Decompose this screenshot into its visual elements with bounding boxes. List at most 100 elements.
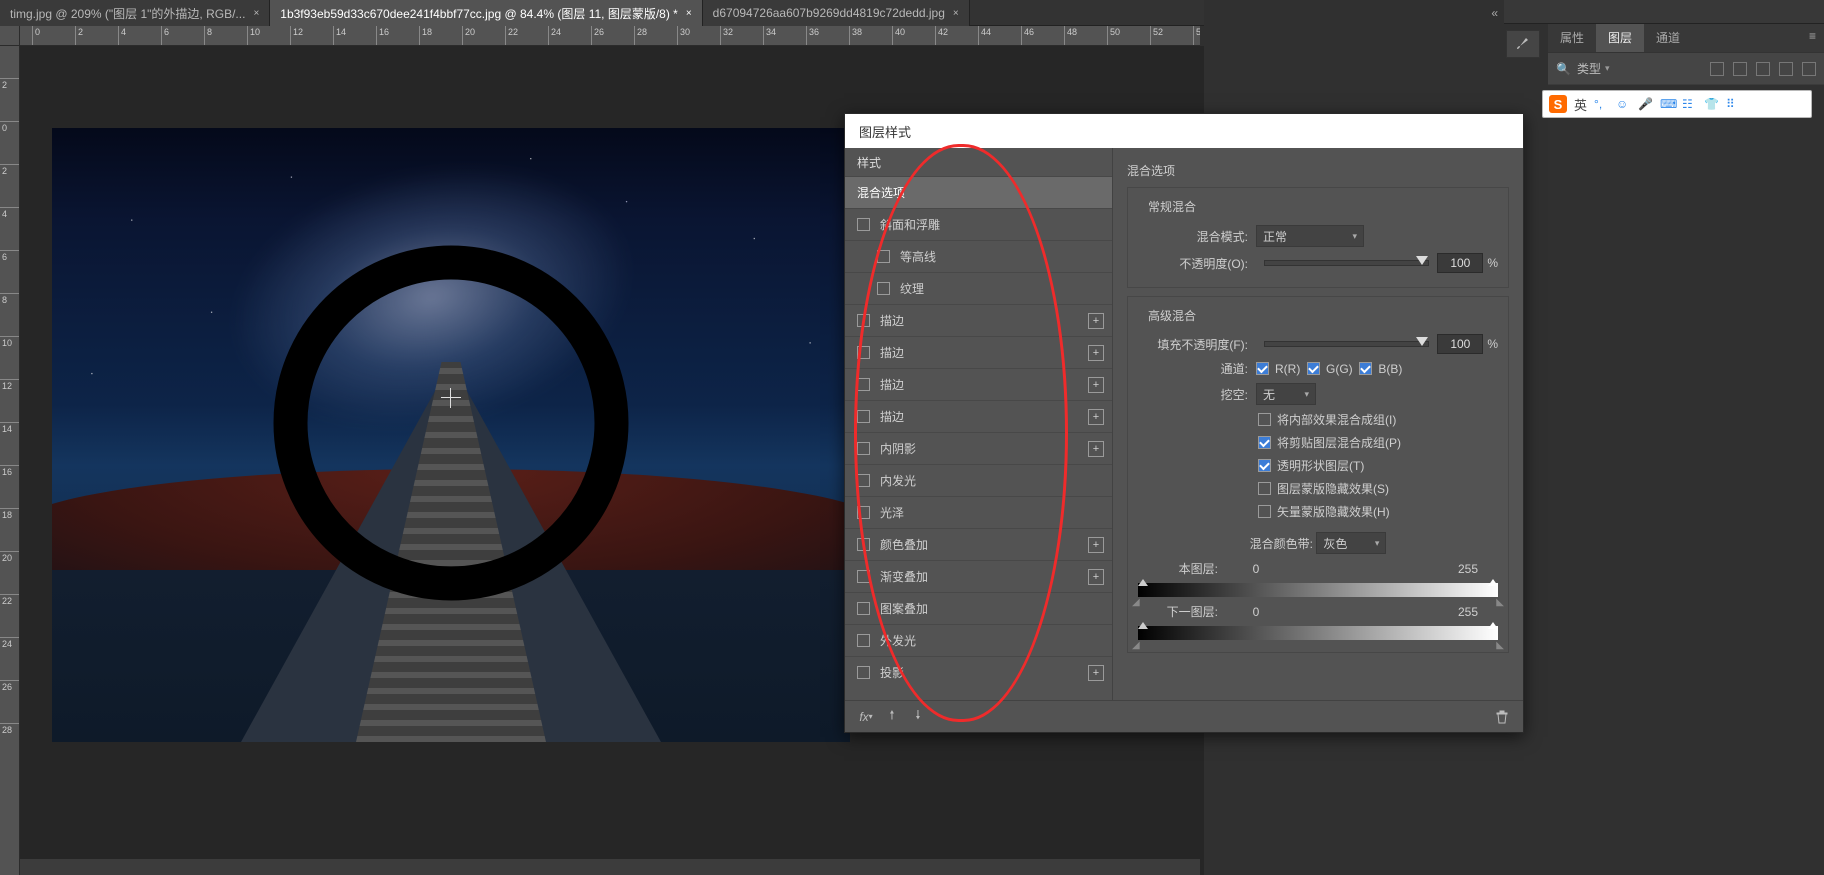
- style-row[interactable]: 渐变叠加+: [845, 560, 1112, 592]
- style-row[interactable]: 描边+: [845, 336, 1112, 368]
- filter-smart-icon[interactable]: [1802, 62, 1816, 76]
- channel-r-checkbox[interactable]: [1256, 362, 1269, 375]
- add-effect-icon[interactable]: +: [1088, 377, 1104, 393]
- ime-settings-icon[interactable]: ⠿: [1726, 97, 1741, 112]
- channel-b-checkbox[interactable]: [1359, 362, 1372, 375]
- this-layer-gradient[interactable]: ◢◣: [1138, 583, 1498, 597]
- underlying-layer-gradient[interactable]: ◢◣: [1138, 626, 1498, 640]
- close-icon[interactable]: ×: [953, 8, 959, 19]
- add-effect-icon[interactable]: +: [1088, 409, 1104, 425]
- style-row[interactable]: 内发光: [845, 464, 1112, 496]
- add-effect-icon[interactable]: +: [1088, 345, 1104, 361]
- style-row[interactable]: 描边+: [845, 304, 1112, 336]
- document-tab[interactable]: d67094726aa607b9269dd4819c72dedd.jpg×: [703, 0, 970, 26]
- filter-shape-icon[interactable]: [1779, 62, 1793, 76]
- tab-layers[interactable]: 图层: [1596, 24, 1644, 52]
- sogou-logo-icon[interactable]: S: [1549, 95, 1567, 113]
- style-checkbox[interactable]: [857, 602, 870, 615]
- close-icon[interactable]: ×: [253, 8, 259, 19]
- style-label: 投影: [880, 664, 904, 681]
- opacity-input[interactable]: 100: [1437, 253, 1483, 273]
- style-row[interactable]: 内阴影+: [845, 432, 1112, 464]
- filter-type-icon[interactable]: [1756, 62, 1770, 76]
- dialog-title-bar[interactable]: 图层样式: [845, 114, 1523, 148]
- blend-interior-checkbox[interactable]: [1258, 413, 1271, 426]
- style-row[interactable]: 等高线: [845, 240, 1112, 272]
- style-row[interactable]: 纹理: [845, 272, 1112, 304]
- document-canvas[interactable]: [52, 128, 850, 742]
- style-label: 图案叠加: [880, 600, 928, 617]
- style-checkbox[interactable]: [857, 474, 870, 487]
- style-checkbox[interactable]: [857, 570, 870, 583]
- style-row[interactable]: 混合选项: [845, 176, 1112, 208]
- style-checkbox[interactable]: [857, 410, 870, 423]
- add-effect-icon[interactable]: +: [1088, 537, 1104, 553]
- style-checkbox[interactable]: [857, 314, 870, 327]
- brush-panel-icon[interactable]: [1506, 30, 1540, 58]
- style-checkbox[interactable]: [857, 666, 870, 679]
- ime-punct-icon[interactable]: °,: [1594, 97, 1609, 112]
- style-checkbox[interactable]: [857, 506, 870, 519]
- chevron-down-icon: ▾: [1352, 231, 1357, 242]
- tab-channels[interactable]: 通道: [1644, 24, 1692, 52]
- add-effect-icon[interactable]: +: [1088, 665, 1104, 681]
- close-icon[interactable]: ×: [686, 8, 692, 19]
- style-checkbox[interactable]: [877, 282, 890, 295]
- style-row[interactable]: 图案叠加: [845, 592, 1112, 624]
- blend-if-label: 混合颜色带:: [1250, 535, 1313, 552]
- opacity-slider[interactable]: [1264, 260, 1429, 266]
- ime-skin-icon[interactable]: 👕: [1704, 97, 1719, 112]
- fill-opacity-input[interactable]: 100: [1437, 334, 1483, 354]
- style-row[interactable]: 斜面和浮雕: [845, 208, 1112, 240]
- document-tab[interactable]: 1b3f93eb59d33c670dee241f4bbf77cc.jpg @ 8…: [270, 0, 702, 26]
- scrollbar-horizontal[interactable]: [20, 859, 1200, 875]
- arrow-up-icon[interactable]: 🠕: [883, 708, 901, 726]
- style-row[interactable]: 光泽: [845, 496, 1112, 528]
- style-checkbox[interactable]: [877, 250, 890, 263]
- style-checkbox[interactable]: [857, 634, 870, 647]
- ime-keyboard-icon[interactable]: ⌨: [1660, 97, 1675, 112]
- tab-properties[interactable]: 属性: [1548, 24, 1596, 52]
- filter-adjustment-icon[interactable]: [1733, 62, 1747, 76]
- collapse-panels-icon[interactable]: «: [1491, 6, 1498, 20]
- knockout-select[interactable]: 无▾: [1256, 383, 1316, 405]
- fill-opacity-slider[interactable]: [1264, 341, 1429, 347]
- channel-g-checkbox[interactable]: [1307, 362, 1320, 375]
- style-row[interactable]: 投影 +: [845, 656, 1112, 688]
- add-effect-icon[interactable]: +: [1088, 441, 1104, 457]
- filter-pixel-icon[interactable]: [1710, 62, 1724, 76]
- add-effect-icon[interactable]: +: [1088, 313, 1104, 329]
- ruler-origin[interactable]: [0, 26, 20, 46]
- filter-kind-select[interactable]: 类型: [1577, 60, 1601, 77]
- ime-voice-icon[interactable]: 🎤: [1638, 97, 1653, 112]
- add-effect-icon[interactable]: +: [1088, 569, 1104, 585]
- ime-tool-icon[interactable]: ☷: [1682, 97, 1697, 112]
- search-icon[interactable]: 🔍: [1556, 62, 1571, 76]
- ruler-vertical[interactable]: 20246810121416182022242628: [0, 46, 20, 875]
- arrow-down-icon[interactable]: 🠗: [909, 708, 927, 726]
- this-layer-label: 本图层:: [1138, 560, 1218, 577]
- vector-mask-hides-checkbox[interactable]: [1258, 505, 1271, 518]
- panel-menu-icon[interactable]: ≡: [1801, 24, 1824, 52]
- style-row[interactable]: 描边+: [845, 368, 1112, 400]
- layer-mask-hides-checkbox[interactable]: [1258, 482, 1271, 495]
- transparency-shapes-checkbox[interactable]: [1258, 459, 1271, 472]
- style-checkbox[interactable]: [857, 378, 870, 391]
- style-checkbox[interactable]: [857, 218, 870, 231]
- blend-clipped-checkbox[interactable]: [1258, 436, 1271, 449]
- style-checkbox[interactable]: [857, 346, 870, 359]
- ime-emoji-icon[interactable]: ☺: [1616, 97, 1631, 112]
- document-tab[interactable]: timg.jpg @ 209% ("图层 1"的外描边, RGB/...×: [0, 0, 270, 26]
- cursor-crosshair-icon: [441, 388, 461, 408]
- style-row[interactable]: 颜色叠加+: [845, 528, 1112, 560]
- ime-lang-label[interactable]: 英: [1574, 95, 1587, 114]
- style-row[interactable]: 外发光: [845, 624, 1112, 656]
- style-checkbox[interactable]: [857, 538, 870, 551]
- style-checkbox[interactable]: [857, 442, 870, 455]
- fx-icon[interactable]: fx▾: [857, 708, 875, 726]
- ruler-horizontal[interactable]: 0246810121416182022242628303234363840424…: [20, 26, 1200, 46]
- ime-toolbar[interactable]: S 英 °, ☺ 🎤 ⌨ ☷ 👕 ⠿: [1542, 90, 1812, 118]
- blend-if-select[interactable]: 灰色▾: [1316, 532, 1386, 554]
- style-row[interactable]: 描边+: [845, 400, 1112, 432]
- blend-mode-select[interactable]: 正常▾: [1256, 225, 1364, 247]
